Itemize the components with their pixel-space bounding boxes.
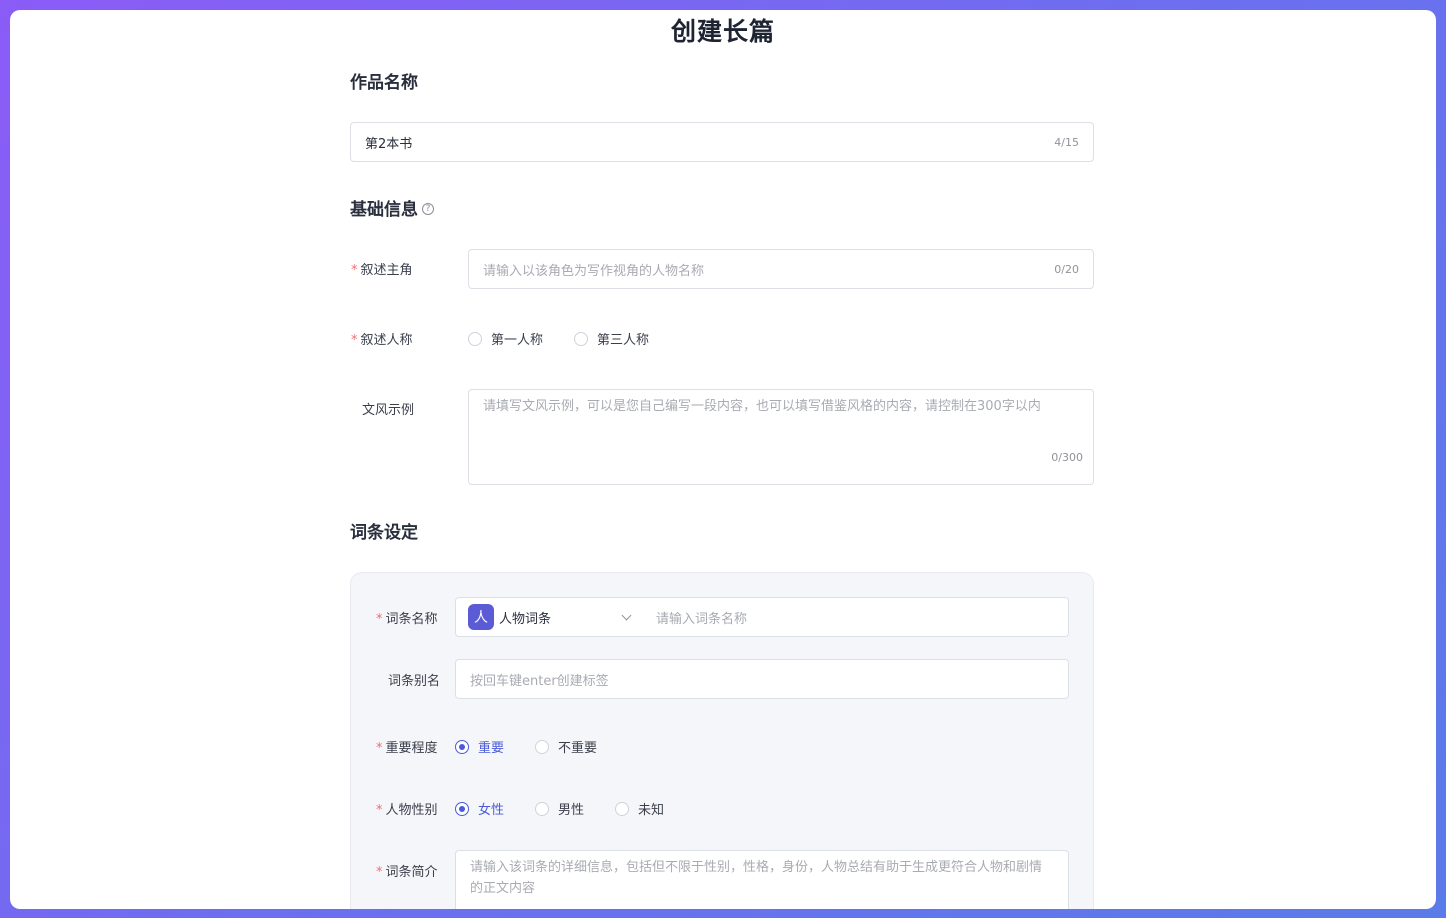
- radio-important-label: 重要: [478, 741, 505, 756]
- intro-placeholder: 请输入该词条的详细信息，包括但不限于性别，性格，身份，人物总结有助于生成更符合人…: [470, 860, 1043, 896]
- work-name-counter: 4/15: [1054, 135, 1079, 149]
- radio-third-person-label: 第三人称: [597, 333, 650, 348]
- radio-unknown-label: 未知: [638, 803, 665, 818]
- radio-first-person-label: 第一人称: [491, 333, 544, 348]
- narrative-person-radio-group: 第一人称 第三人称: [468, 329, 677, 348]
- importance-radio-group: 重要 不重要: [455, 737, 625, 756]
- radio-circle: [535, 739, 550, 754]
- term-name-placeholder[interactable]: 请输入词条名称: [656, 608, 1056, 627]
- term-settings-section-title: 词条设定: [350, 523, 418, 543]
- style-example-textarea[interactable]: 请填写文风示例，可以是您自己编写一段内容，也可以填写借鉴风格的内容，请控制在30…: [468, 389, 1094, 485]
- radio-circle: [535, 801, 550, 816]
- term-type-label: 人物词条: [499, 611, 552, 627]
- style-example-counter: 0/300: [1051, 451, 1083, 464]
- work-name-input[interactable]: 第2本书 4/15: [350, 122, 1094, 162]
- radio-not-important-label: 不重要: [558, 741, 598, 756]
- radio-circle: [468, 331, 482, 346]
- radio-important[interactable]: 重要: [455, 737, 504, 756]
- radio-circle: [455, 801, 469, 816]
- radio-third-person[interactable]: 第三人称: [574, 329, 649, 348]
- alias-input[interactable]: 按回车键enter创建标签: [455, 659, 1069, 699]
- radio-circle: [574, 331, 589, 346]
- protagonist-label: * 叙述主角: [351, 259, 413, 278]
- chevron-down-icon: [621, 610, 632, 620]
- importance-label: * 重要程度: [376, 737, 438, 756]
- required-mark: *: [351, 333, 358, 348]
- style-example-placeholder: 请填写文风示例，可以是您自己编写一段内容，也可以填写借鉴风格的内容，请控制在30…: [483, 399, 1041, 414]
- intro-textarea[interactable]: 请输入该词条的详细信息，包括但不限于性别，性格，身份，人物总结有助于生成更符合人…: [455, 850, 1069, 909]
- person-type-icon: 人: [468, 604, 494, 630]
- required-mark: *: [376, 865, 383, 880]
- work-name-section-title: 作品名称: [350, 73, 418, 93]
- protagonist-placeholder: 请输入以该角色为写作视角的人物名称: [483, 263, 705, 279]
- help-icon[interactable]: ?: [422, 203, 434, 215]
- required-mark: *: [376, 612, 383, 627]
- alias-placeholder: 按回车键enter创建标签: [470, 673, 609, 689]
- radio-unknown[interactable]: 未知: [615, 799, 664, 818]
- importance-label-text: 重要程度: [385, 741, 438, 756]
- radio-not-important[interactable]: 不重要: [535, 737, 597, 756]
- work-name-value: 第2本书: [365, 136, 413, 152]
- narrative-person-label-text: 叙述人称: [360, 333, 413, 348]
- term-type-select[interactable]: 人 人物词条: [468, 604, 648, 630]
- term-name-label-text: 词条名称: [385, 612, 438, 627]
- intro-label: * 词条简介: [376, 861, 438, 880]
- basic-info-section-title: 基础信息?: [350, 195, 434, 220]
- intro-label-text: 词条简介: [385, 865, 438, 880]
- protagonist-counter: 0/20: [1054, 262, 1079, 276]
- term-name-input-group: 人 人物词条 请输入词条名称: [455, 597, 1069, 637]
- alias-label: 词条别名: [388, 674, 441, 689]
- page-title: 创建长篇: [670, 17, 775, 46]
- create-novel-card: 创建长篇 作品名称 第2本书 4/15 基础信息? * 叙述主角 请输入以该角色为…: [10, 10, 1436, 909]
- term-name-label: * 词条名称: [376, 608, 438, 627]
- gender-label: * 人物性别: [376, 799, 438, 818]
- radio-male[interactable]: 男性: [535, 799, 584, 818]
- required-mark: *: [376, 803, 383, 818]
- term-settings-panel: * 词条名称 人 人物词条 请输入词条名称 词条别名 按回车键enter创建标签 …: [350, 572, 1094, 909]
- gender-label-text: 人物性别: [385, 803, 438, 818]
- radio-circle: [455, 739, 469, 754]
- gender-radio-group: 女性 男性 未知: [455, 799, 692, 818]
- radio-female[interactable]: 女性: [455, 799, 504, 818]
- basic-info-title-text: 基础信息: [350, 200, 418, 220]
- narrative-person-label: * 叙述人称: [351, 329, 413, 348]
- required-mark: *: [351, 263, 358, 278]
- protagonist-label-text: 叙述主角: [360, 263, 413, 278]
- radio-female-label: 女性: [478, 803, 505, 818]
- required-mark: *: [376, 741, 383, 756]
- protagonist-input[interactable]: 请输入以该角色为写作视角的人物名称 0/20: [468, 249, 1094, 289]
- radio-circle: [615, 801, 630, 816]
- radio-male-label: 男性: [558, 803, 585, 818]
- style-example-label: 文风示例: [362, 403, 415, 418]
- radio-first-person[interactable]: 第一人称: [468, 329, 543, 348]
